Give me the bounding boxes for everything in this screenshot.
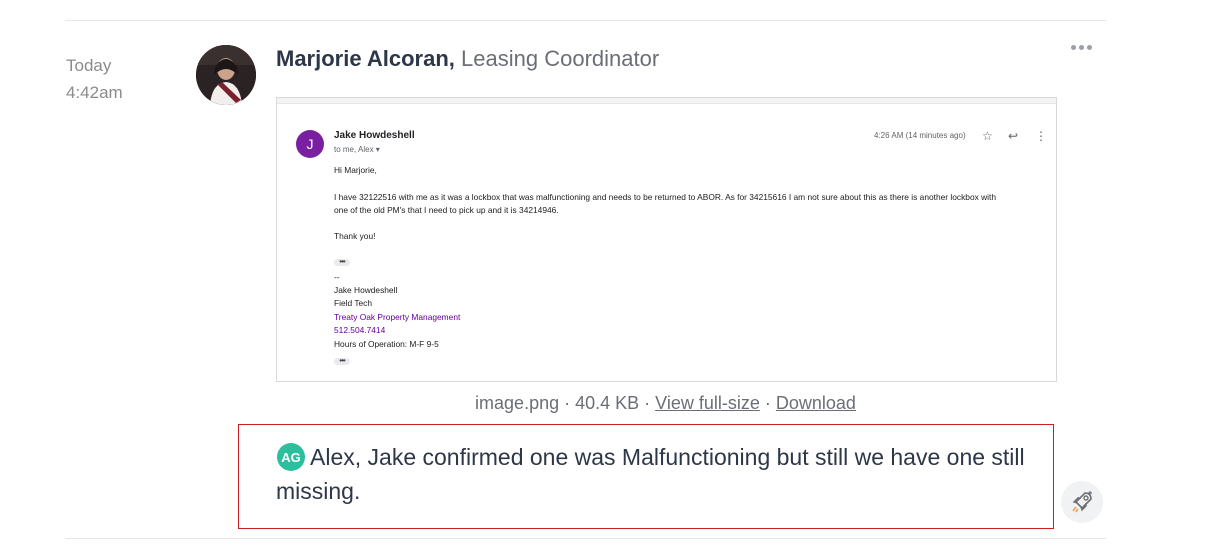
email-thanks: Thank you! [334, 231, 376, 241]
post-time: 4:42am [66, 83, 123, 102]
star-icon: ☆ [982, 129, 993, 143]
caption-separator: · [559, 393, 576, 413]
email-body-line-1: I have 32122516 with me as it was a lock… [334, 192, 997, 202]
author-role: Leasing Coordinator [461, 46, 660, 71]
attachment-caption: image.png · 40.4 KB · View full-size · D… [276, 393, 1055, 414]
email-time: 4:26 AM (14 minutes ago) [874, 131, 966, 140]
rocket-icon[interactable] [1061, 481, 1103, 523]
reply-arrow-icon: ↩ [1008, 129, 1019, 143]
view-full-size-link[interactable]: View full-size [655, 393, 760, 413]
email-recipients: to me, Alex ▾ [334, 145, 380, 154]
email-sig-name: Jake Howdeshell [334, 285, 398, 295]
author-avatar[interactable] [196, 45, 256, 105]
author-name[interactable]: Marjorie Alcoran, [276, 46, 455, 71]
email-sender: Jake Howdeshell [334, 130, 415, 141]
reply-message: Alex, Jake confirmed one was Malfunction… [276, 444, 1025, 504]
bottom-divider [65, 538, 1106, 539]
author-line: Marjorie Alcoran, Leasing Coordinator [276, 44, 659, 74]
caption-separator: · [639, 393, 656, 413]
email-ellipsis: ••• [334, 258, 350, 266]
post-timestamp: Today 4:42am [66, 52, 123, 106]
attachment-size: 40.4 KB [575, 393, 640, 413]
email-sender-avatar: J [296, 130, 324, 158]
more-vertical-icon: ⋮ [1035, 129, 1047, 143]
email-sig-dash: -- [334, 272, 340, 282]
email-sig-hours: Hours of Operation: M-F 9-5 [334, 339, 439, 349]
email-body-line-2: one of the old PM's that I need to pick … [334, 205, 559, 215]
download-link[interactable]: Download [776, 393, 856, 413]
more-options-icon[interactable] [1068, 38, 1094, 56]
email-sig-phone: 512.504.7414 [334, 325, 386, 335]
email-sig-title: Field Tech [334, 298, 373, 308]
top-divider [65, 20, 1106, 21]
cropped-edge [277, 98, 1056, 104]
post-day: Today [66, 56, 112, 75]
caption-separator: · [759, 393, 776, 413]
attachment-filename: image.png [475, 393, 560, 413]
email-sig-company: Treaty Oak Property Management [334, 312, 461, 322]
email-greeting: Hi Marjorie, [334, 165, 377, 175]
email-ellipsis-2: ••• [334, 357, 350, 365]
email-screenshot-image[interactable]: J Jake Howdeshell to me, Alex ▾ 4:26 AM … [276, 97, 1057, 382]
